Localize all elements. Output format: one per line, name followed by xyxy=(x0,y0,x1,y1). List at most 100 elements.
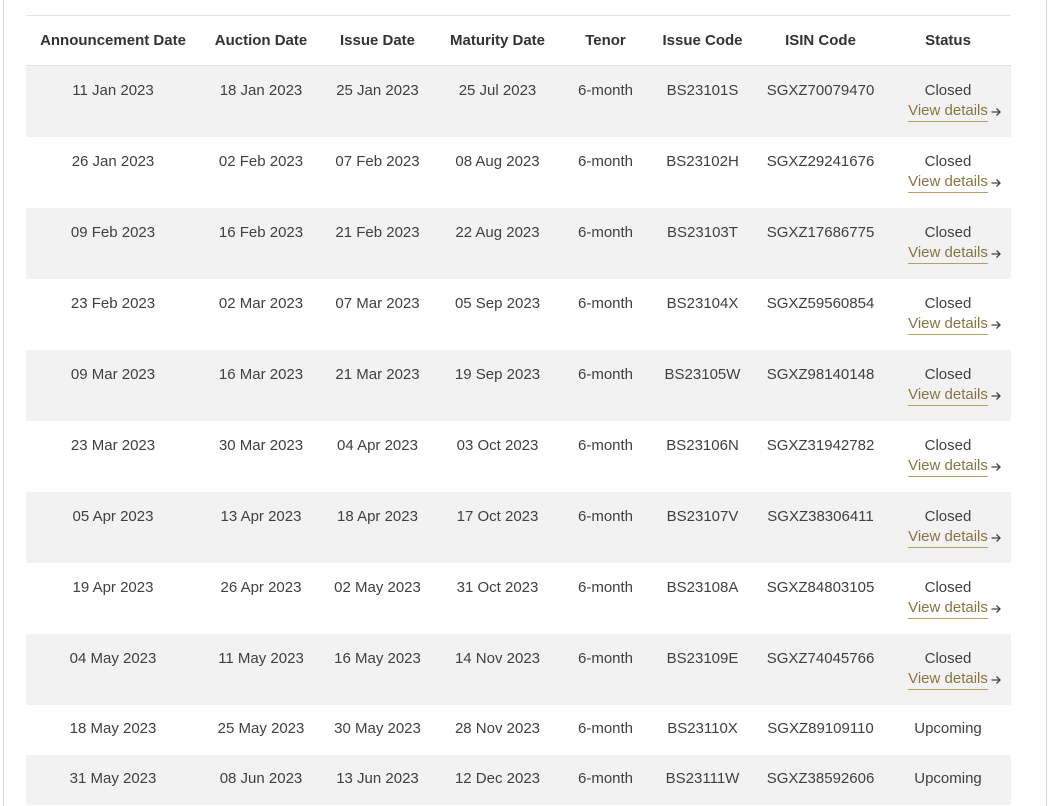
view-details-link[interactable]: View details xyxy=(908,598,1002,619)
table-row: 04 May 2023 11 May 2023 16 May 2023 14 Nov … xyxy=(26,634,1011,705)
isin-code-cell: SGXZ29241676 xyxy=(766,153,875,170)
view-details-link[interactable]: View details xyxy=(908,527,1002,548)
status-text: Closed xyxy=(924,366,972,383)
view-details-link[interactable]: View details xyxy=(908,314,1002,335)
header-issue-date: Issue Date xyxy=(339,31,416,49)
page-frame: Announcement Date Auction Date Issue Dat… xyxy=(0,0,1053,806)
table-header-row: Announcement Date Auction Date Issue Dat… xyxy=(26,16,1011,66)
status-cell: Closed View details xyxy=(885,279,1011,335)
status-text: Closed xyxy=(924,508,972,525)
status-text: Closed xyxy=(924,82,972,99)
table-row: 26 Jan 2023 02 Feb 2023 07 Feb 2023 08 Aug … xyxy=(26,137,1011,208)
status-text: Closed xyxy=(924,295,972,312)
view-details-label: View details xyxy=(908,669,988,690)
issue-code-cell: BS23110X xyxy=(667,720,738,737)
tenor-cell: 6-month xyxy=(577,366,634,383)
table-row: 05 Apr 2023 13 Apr 2023 18 Apr 2023 17 Oct … xyxy=(26,492,1011,563)
status-text: Closed xyxy=(924,437,972,454)
header-auction-date: Auction Date xyxy=(214,31,308,49)
issue-code-cell: BS23101S xyxy=(666,82,739,99)
maturity-date-cell: 28 Nov 2023 xyxy=(454,720,541,737)
maturity-date-cell: 22 Aug 2023 xyxy=(455,224,540,241)
maturity-date-cell: 19 Sep 2023 xyxy=(454,366,541,383)
maturity-date-cell: 08 Aug 2023 xyxy=(455,153,540,170)
arrow-right-icon xyxy=(991,107,1001,116)
table-body: 11 Jan 2023 18 Jan 2023 25 Jan 2023 25 Jul … xyxy=(26,66,1011,805)
status-text: Upcoming xyxy=(914,720,982,737)
isin-code-cell: SGXZ89109110 xyxy=(767,720,874,737)
issue-date-cell: 07 Mar 2023 xyxy=(335,295,420,312)
auction-date-cell: 30 Mar 2023 xyxy=(218,437,304,454)
issue-code-cell: BS23109E xyxy=(666,650,739,667)
tenor-cell: 6-month xyxy=(577,508,634,525)
issue-code-cell: BS23107V xyxy=(666,508,739,525)
issue-code-cell: BS23103T xyxy=(667,224,738,241)
announcement-date-cell: 09 Mar 2023 xyxy=(70,366,156,383)
arrow-right-icon xyxy=(991,462,1001,471)
issue-date-cell: 21 Mar 2023 xyxy=(335,366,420,383)
view-details-label: View details xyxy=(908,314,988,335)
tenor-cell: 6-month xyxy=(577,579,634,596)
issue-date-cell: 30 May 2023 xyxy=(334,720,421,737)
maturity-date-cell: 12 Dec 2023 xyxy=(454,770,541,787)
tenor-cell: 6-month xyxy=(577,224,634,241)
view-details-link[interactable]: View details xyxy=(908,172,1002,193)
status-cell: Closed View details xyxy=(885,208,1011,264)
maturity-date-cell: 03 Oct 2023 xyxy=(456,437,539,454)
status-cell: Closed View details xyxy=(885,421,1011,477)
frame-right-border xyxy=(1046,0,1047,806)
maturity-date-cell: 25 Jul 2023 xyxy=(458,82,537,99)
auction-date-cell: 25 May 2023 xyxy=(217,720,305,737)
header-issue-code: Issue Code xyxy=(662,31,743,49)
announcement-date-cell: 31 May 2023 xyxy=(69,770,157,787)
maturity-date-cell: 05 Sep 2023 xyxy=(454,295,541,312)
arrow-right-icon xyxy=(991,249,1001,258)
arrow-right-icon xyxy=(991,178,1001,187)
tenor-cell: 6-month xyxy=(577,295,634,312)
status-text: Upcoming xyxy=(914,770,982,787)
issue-code-cell: BS23111W xyxy=(665,770,740,787)
status-cell: Closed View details xyxy=(885,634,1011,690)
view-details-label: View details xyxy=(908,101,988,122)
announcement-date-cell: 18 May 2023 xyxy=(69,720,157,737)
isin-code-cell: SGXZ17686775 xyxy=(766,224,875,241)
status-cell: Closed View details xyxy=(885,137,1011,193)
table-row: 09 Mar 2023 16 Mar 2023 21 Mar 2023 19 Sep … xyxy=(26,350,1011,421)
status-cell: Closed View details xyxy=(885,492,1011,548)
auction-date-cell: 02 Feb 2023 xyxy=(218,153,304,170)
auction-date-cell: 16 Feb 2023 xyxy=(218,224,304,241)
isin-code-cell: SGXZ31942782 xyxy=(766,437,875,454)
view-details-link[interactable]: View details xyxy=(908,243,1002,264)
view-details-link[interactable]: View details xyxy=(908,456,1002,477)
issue-code-cell: BS23106N xyxy=(666,437,739,454)
tenor-cell: 6-month xyxy=(577,650,634,667)
view-details-label: View details xyxy=(908,172,988,193)
auction-date-cell: 11 May 2023 xyxy=(218,650,304,667)
arrow-right-icon xyxy=(991,604,1001,613)
table-row: 11 Jan 2023 18 Jan 2023 25 Jan 2023 25 Jul … xyxy=(26,66,1011,137)
view-details-link[interactable]: View details xyxy=(908,385,1002,406)
issue-date-cell: 16 May 2023 xyxy=(334,650,421,667)
view-details-link[interactable]: View details xyxy=(908,669,1002,690)
status-cell: Closed View details xyxy=(885,563,1011,619)
maturity-date-cell: 14 Nov 2023 xyxy=(454,650,541,667)
announcement-date-cell: 26 Jan 2023 xyxy=(71,153,155,170)
issue-date-cell: 13 Jun 2023 xyxy=(336,770,419,787)
issue-code-cell: BS23104X xyxy=(666,295,739,312)
view-details-label: View details xyxy=(908,243,988,264)
issue-code-cell: BS23102H xyxy=(666,153,739,170)
view-details-label: View details xyxy=(908,456,988,477)
view-details-link[interactable]: View details xyxy=(908,101,1002,122)
auction-date-cell: 16 Mar 2023 xyxy=(218,366,304,383)
isin-code-cell: SGXZ98140148 xyxy=(766,366,875,383)
arrow-right-icon xyxy=(991,675,1001,684)
isin-code-cell: SGXZ70079470 xyxy=(766,82,875,99)
status-text: Closed xyxy=(924,224,972,241)
isin-code-cell: SGXZ38306411 xyxy=(767,508,874,525)
tenor-cell: 6-month xyxy=(577,720,634,737)
issue-date-cell: 21 Feb 2023 xyxy=(335,224,420,241)
announcement-date-cell: 09 Feb 2023 xyxy=(70,224,156,241)
isin-code-cell: SGXZ59560854 xyxy=(766,295,875,312)
status-text: Closed xyxy=(924,153,972,170)
auction-date-cell: 02 Mar 2023 xyxy=(218,295,304,312)
